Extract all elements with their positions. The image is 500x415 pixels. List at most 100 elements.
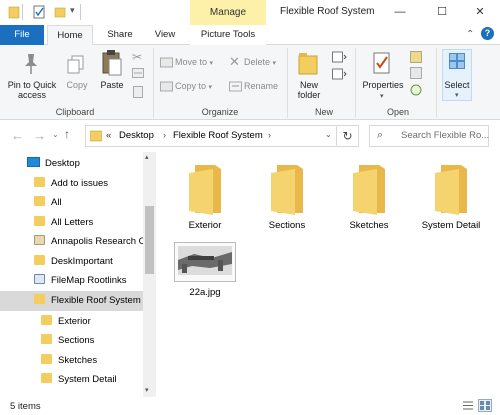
folder-label: Exterior [188,220,222,231]
customize-quick-access-icon[interactable]: ▾ [70,5,75,16]
breadcrumb-desktop[interactable]: Desktop [119,130,154,141]
forward-arrow-icon[interactable]: → [33,128,46,143]
details-view-icon[interactable] [462,400,474,413]
nav-item-annapolis-research[interactable]: Annapolis Research C [0,232,143,252]
content-folder-sections[interactable]: Sections [252,163,322,231]
nav-item-desktop[interactable]: Desktop [0,154,143,174]
desktop-icon [27,157,40,168]
tab-view[interactable]: View [145,25,185,45]
nav-item-system-detail[interactable]: System Detail [0,370,143,390]
easy-access-icon[interactable] [332,68,348,83]
status-bar [0,397,500,415]
nav-scrollbar[interactable] [143,152,156,397]
nav-item-flexible-roof-system[interactable]: Flexible Roof System [0,291,143,311]
new-folder-quick-icon[interactable] [54,5,66,19]
manage-contextual-tab[interactable]: Manage [190,0,266,25]
copy-to-button[interactable]: Copy to ▾ [175,81,212,91]
new-folder-label-1: New [299,80,318,90]
nav-item-exterior[interactable]: Exterior [0,312,143,332]
move-to-button[interactable]: Move to ▾ [175,57,213,67]
help-icon[interactable]: ? [481,27,494,40]
address-folder-icon [90,129,102,144]
collapse-ribbon-icon[interactable]: ⌃ [466,29,474,40]
folder-icon [41,373,52,384]
ribbon-separator [287,48,288,118]
refresh-icon[interactable]: ↻ [337,125,359,147]
paste-shortcut-icon[interactable] [133,86,143,100]
folder-icon [41,334,52,345]
file-label: 22a.jpg [189,287,221,298]
properties-check-icon[interactable] [33,5,45,19]
folder-icon [34,294,45,305]
nav-item-label: System Detail [58,374,117,385]
nav-item-sketches[interactable]: Sketches [0,351,143,371]
scroll-up-icon[interactable]: ▴ [145,153,149,161]
copy-to-icon [160,81,173,94]
window-title: Flexible Roof System [280,6,375,17]
content-folder-sketches[interactable]: Sketches [334,163,404,231]
folder-label: Sketches [349,220,389,231]
edit-icon[interactable] [410,67,422,81]
folder-icon [34,216,45,227]
content-file-22a-jpg[interactable]: 22a.jpg [170,242,240,298]
tab-picture-tools[interactable]: Picture Tools [190,25,266,45]
content-folder-exterior[interactable]: Exterior [170,163,240,231]
move-to-icon [160,57,173,70]
maximize-button[interactable]: ☐ [422,0,462,25]
pin-to-quick-access-button[interactable]: Pin to Quick access [2,80,62,100]
properties-button[interactable]: Properties [359,80,407,90]
rename-button[interactable]: Rename [244,81,278,91]
nav-item-label: DeskImportant [51,256,113,267]
breadcrumb-chevron-icon[interactable]: › [163,130,166,140]
nav-item-label: All Letters [51,217,94,228]
qa-divider-2 [80,4,81,20]
new-item-icon[interactable] [332,51,348,66]
cut-icon[interactable]: ✂ [132,50,142,64]
open-icon[interactable] [410,51,422,65]
nav-item-filemap-rootlinks[interactable]: FileMap Rootlinks [0,271,143,291]
new-folder-button[interactable]: New folder [290,80,328,100]
content-folder-system-detail[interactable]: System Detail [416,163,486,231]
folder-icon [271,165,303,215]
copy-path-icon[interactable] [132,68,144,80]
nav-item-all-letters[interactable]: All Letters [0,213,143,233]
up-arrow-icon[interactable]: ↑ [64,127,70,141]
folder-icon [435,165,467,215]
breadcrumb-chevron-icon[interactable]: › [268,130,271,140]
folder-icon [34,196,45,207]
address-overflow-icon[interactable]: « [106,130,111,141]
search-placeholder[interactable]: Search Flexible Ro... [401,130,489,141]
paste-button[interactable]: Paste [96,80,128,90]
breadcrumb-current-folder[interactable]: Flexible Roof System [173,130,263,141]
history-icon[interactable] [410,84,422,98]
nav-item-sections[interactable]: Sections [0,331,143,351]
address-dropdown-icon[interactable]: ⌄ [325,130,332,139]
recent-locations-icon[interactable]: ⌄ [52,130,59,139]
nav-item-label: Exterior [58,316,91,327]
nav-scrollbar-thumb[interactable] [145,206,154,274]
properties-icon [372,51,392,77]
tab-file[interactable]: File [0,25,44,45]
tab-share[interactable]: Share [100,25,140,45]
nav-item-all[interactable]: All [0,193,143,213]
folder-icon [41,315,52,326]
properties-dropdown-icon[interactable]: ▾ [380,92,384,100]
large-icons-view-icon[interactable] [478,399,492,412]
scroll-down-icon[interactable]: ▾ [145,386,149,394]
minimize-button[interactable]: — [380,0,420,25]
new-folder-icon [297,50,319,78]
shortcut-icon [34,274,45,285]
nav-item-add-to-issues[interactable]: Add to issues [0,174,143,194]
nav-item-label: Add to issues [51,178,109,189]
close-button[interactable]: ✕ [460,0,500,25]
copy-button[interactable]: Copy [60,80,94,90]
nav-item-label: All [51,197,62,208]
delete-label: Delete [244,57,271,67]
delete-button[interactable]: Delete ▾ [244,57,276,67]
folder-icon [8,5,20,19]
tab-home[interactable]: Home [47,25,93,46]
nav-item-deskimportant[interactable]: DeskImportant [0,252,143,272]
back-arrow-icon[interactable]: ← [11,128,24,143]
move-to-label: Move to [175,57,208,67]
nav-item-label: Desktop [45,158,80,169]
